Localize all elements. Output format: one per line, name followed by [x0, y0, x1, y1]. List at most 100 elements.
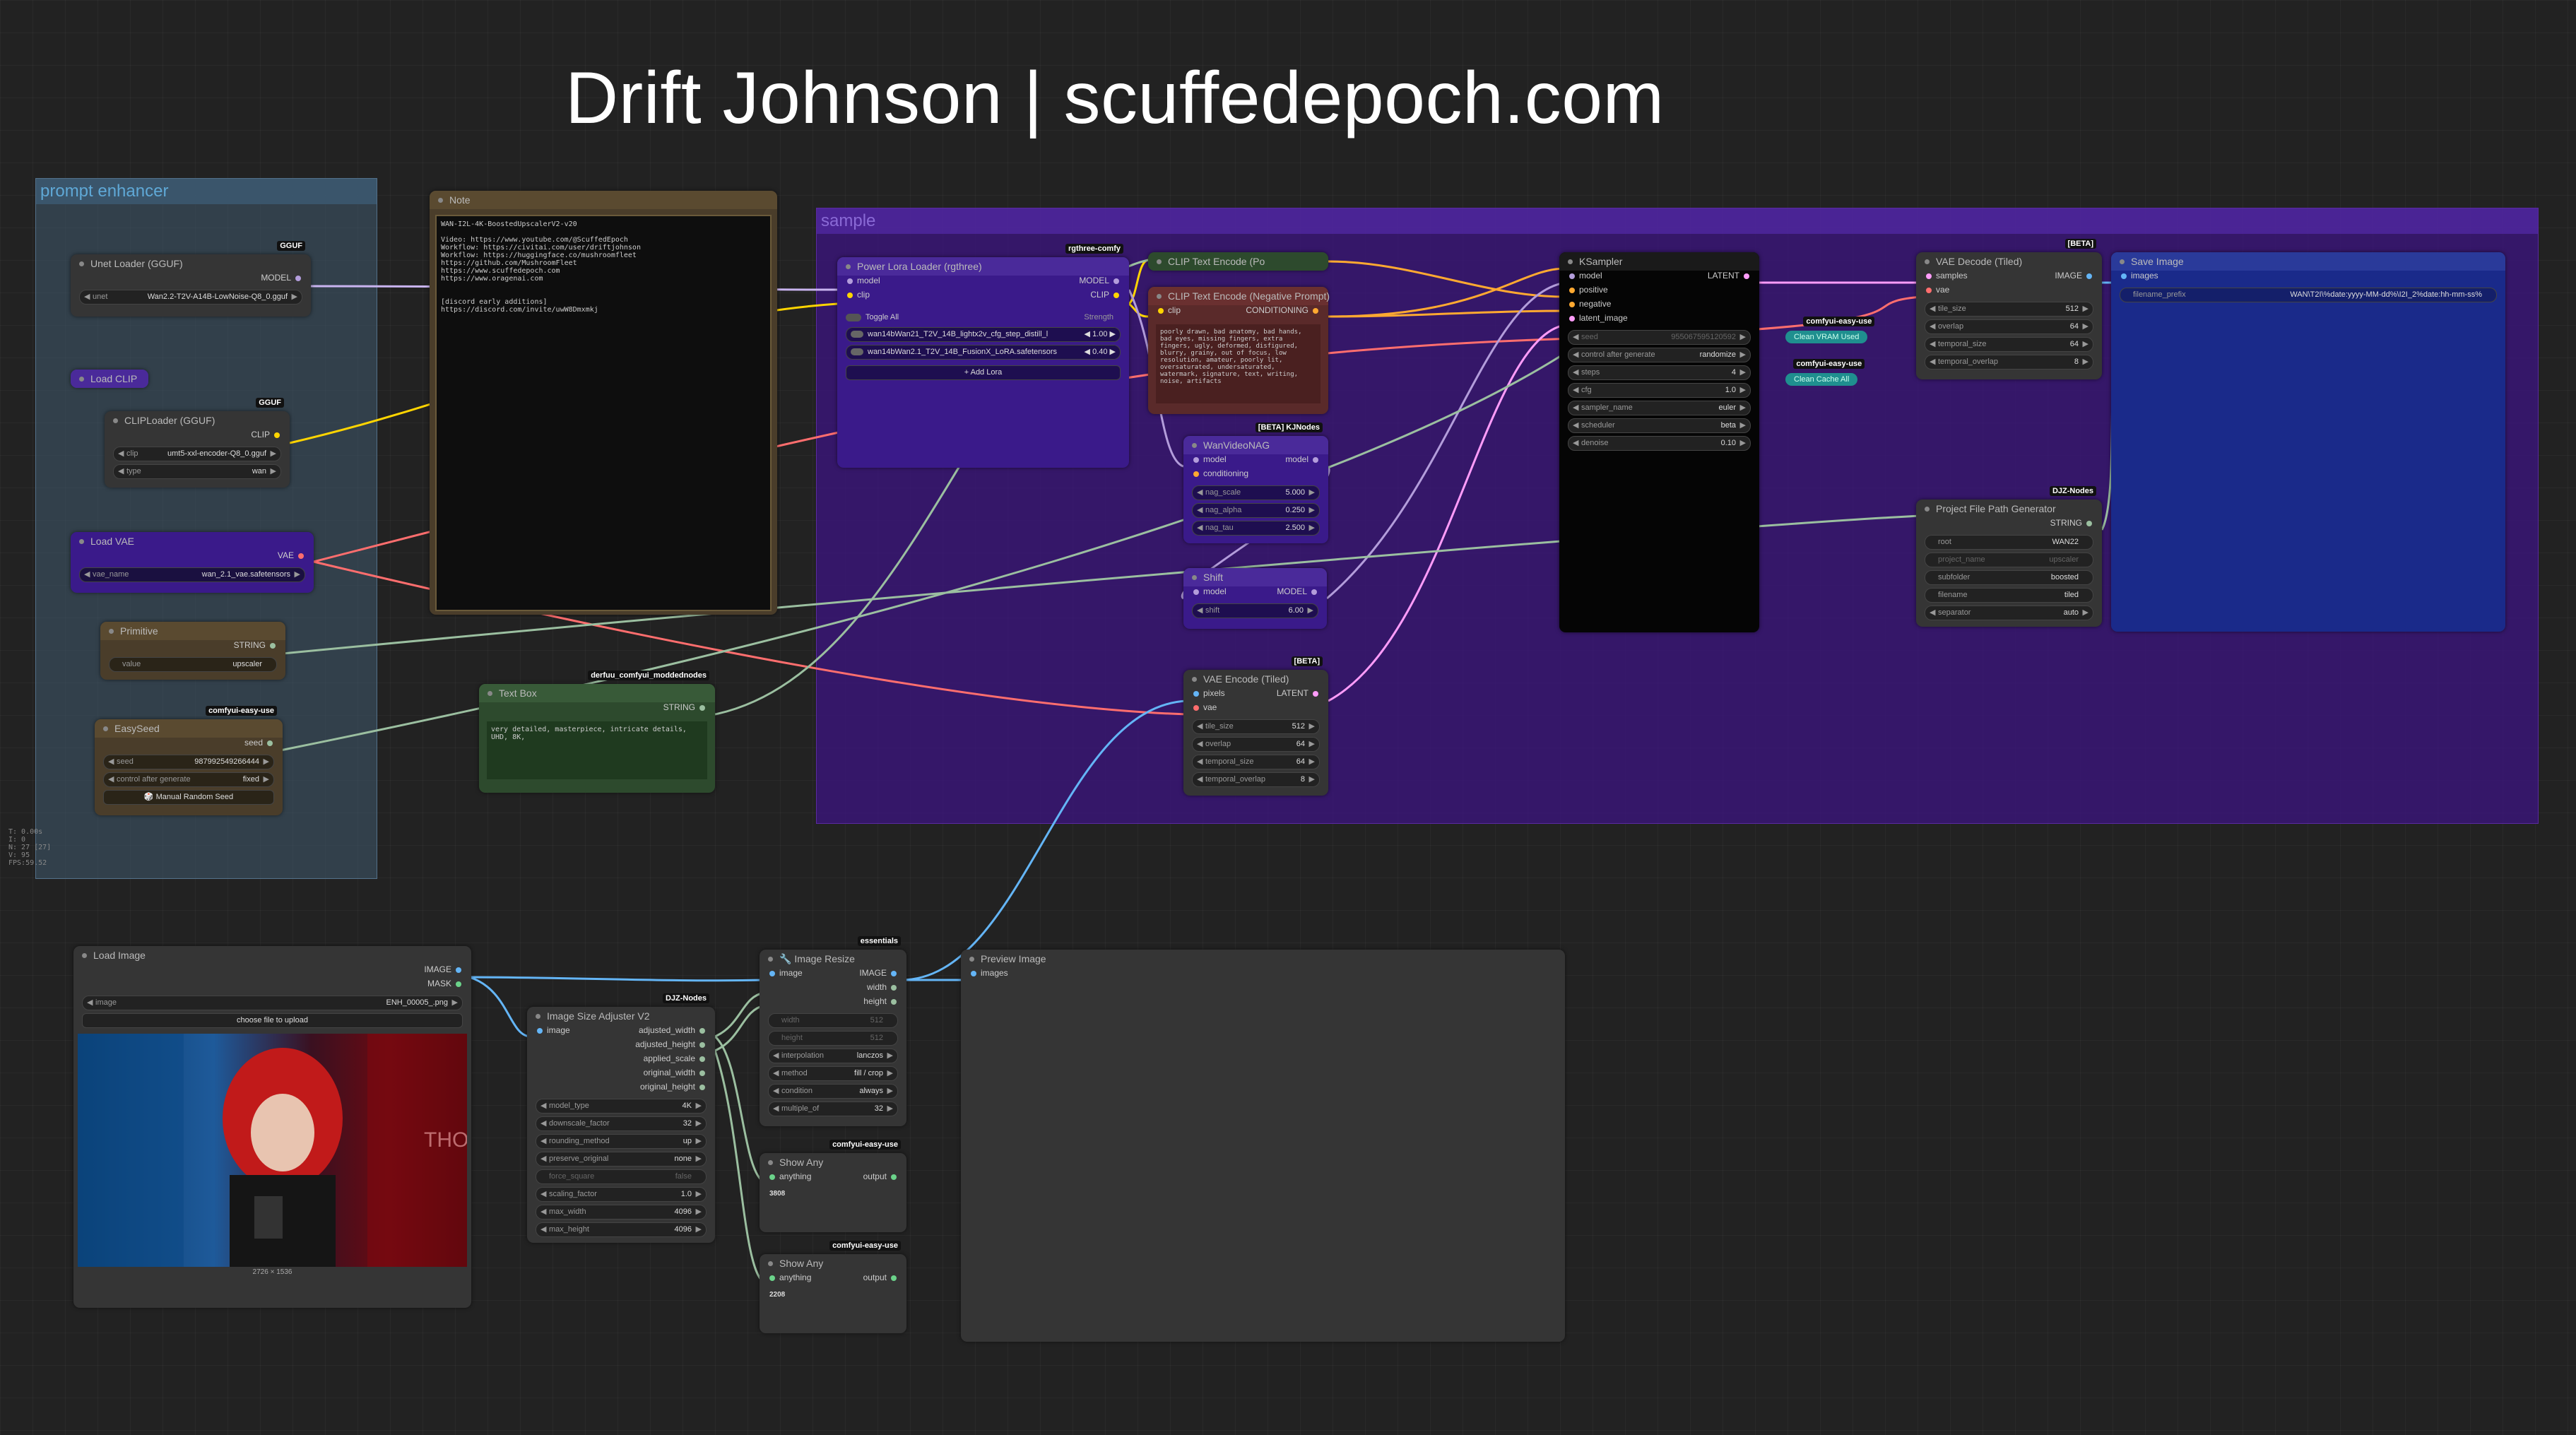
image-resize-widget[interactable]: ◀ condition always ▶: [768, 1084, 898, 1099]
choose-file-upload-button[interactable]: choose file to upload: [82, 1013, 463, 1028]
clean-cache-all-node[interactable]: comfyui-easy-use Clean Cache All: [1785, 359, 1865, 386]
node-collapse-dot[interactable]: [438, 198, 443, 203]
image-resize-widget[interactable]: height 512: [768, 1031, 898, 1046]
project-path-widget[interactable]: ◀ separator auto ▶: [1925, 606, 2093, 620]
slot-pin[interactable]: [891, 970, 897, 976]
negative-prompt-textarea[interactable]: poorly drawn, bad anatomy, bad hands, ba…: [1155, 324, 1321, 404]
ksampler-widget[interactable]: ◀ sampler_name euler ▶: [1568, 401, 1751, 415]
image-size-adjuster-node[interactable]: DJZ-Nodes Image Size Adjuster V2 image ad…: [527, 993, 715, 1243]
node-collapse-dot[interactable]: [1157, 294, 1162, 299]
vae-encode-widget[interactable]: ◀ tile_size 512 ▶: [1192, 719, 1320, 734]
vae-encode-tiled-node[interactable]: [BETA] VAE Encode (Tiled) pixels LATENT v…: [1183, 656, 1328, 796]
node-collapse-dot[interactable]: [82, 953, 87, 958]
ksampler-node[interactable]: KSampler model LATENT positive negative l…: [1559, 252, 1759, 632]
vae-encode-widget[interactable]: ◀ temporal_size 64 ▶: [1192, 755, 1320, 769]
note-node[interactable]: Note WAN-I2L-4K-BoostedUpscalerV2-v20 Vi…: [430, 191, 777, 615]
ksampler-widget[interactable]: ◀ steps 4 ▶: [1568, 365, 1751, 380]
slot-pin[interactable]: [1744, 273, 1749, 279]
size-adjuster-widget[interactable]: ◀ max_width 4096 ▶: [536, 1205, 707, 1220]
slot-pin[interactable]: [891, 1174, 897, 1180]
unet-name-combo[interactable]: ◀ unet Wan2.2-T2V-A14B-LowNoise-Q8_0.gguf ▶: [79, 290, 302, 305]
slot-pin[interactable]: [699, 1084, 705, 1090]
node-collapse-dot[interactable]: [79, 539, 84, 544]
easy-seed-node[interactable]: comfyui-easy-use EasySeed seed ◀ seed 9879…: [95, 706, 283, 815]
image-select-combo[interactable]: ◀ image ENH_00005_.png ▶: [82, 996, 463, 1010]
slot-pin[interactable]: [1569, 273, 1575, 279]
slot-pin[interactable]: [267, 740, 273, 746]
slot-pin[interactable]: [699, 1070, 705, 1076]
slot-pin[interactable]: [891, 1275, 897, 1281]
size-adjuster-widget[interactable]: ◀ preserve_original none ▶: [536, 1152, 707, 1167]
vae-decode-widget[interactable]: ◀ tile_size 512 ▶: [1925, 302, 2093, 317]
slot-pin[interactable]: [769, 1174, 775, 1180]
ksampler-widget[interactable]: ◀ denoise 0.10 ▶: [1568, 436, 1751, 451]
node-collapse-dot[interactable]: [109, 629, 114, 634]
project-path-widget[interactable]: filename tiled: [1925, 588, 2093, 603]
clip-type-combo[interactable]: ◀ type wan ▶: [113, 464, 281, 479]
slot-pin[interactable]: [1158, 307, 1164, 314]
load-image-node[interactable]: Load Image IMAGE MASK ◀ image ENH_00005_.p…: [73, 946, 471, 1308]
node-collapse-dot[interactable]: [79, 377, 84, 382]
slot-pin[interactable]: [769, 1275, 775, 1281]
slot-pin[interactable]: [1569, 301, 1575, 307]
slot-pin[interactable]: [2086, 520, 2092, 526]
ksampler-widget[interactable]: ◀ control after generate randomize ▶: [1568, 348, 1751, 362]
slot-pin[interactable]: [891, 984, 897, 991]
ksampler-widget[interactable]: ◀ scheduler beta ▶: [1568, 418, 1751, 433]
node-collapse-dot[interactable]: [768, 957, 773, 962]
node-collapse-dot[interactable]: [2120, 259, 2125, 264]
node-collapse-dot[interactable]: [1568, 259, 1573, 264]
load-clip-node[interactable]: Load CLIP: [71, 370, 148, 388]
project-path-widget[interactable]: root WAN22: [1925, 535, 2093, 550]
seed-number-field[interactable]: ◀ seed 987992549266444 ▶: [103, 755, 274, 769]
node-collapse-dot[interactable]: [768, 1160, 773, 1165]
size-adjuster-widget[interactable]: ◀ scaling_factor 1.0 ▶: [536, 1187, 707, 1202]
slot-pin[interactable]: [1569, 287, 1575, 293]
image-resize-widget[interactable]: ◀ method fill / crop ▶: [768, 1066, 898, 1081]
power-lora-loader-node[interactable]: rgthree-comfy Power Lora Loader (rgthree…: [837, 244, 1129, 468]
slot-pin[interactable]: [1193, 589, 1199, 595]
project-file-path-generator-node[interactable]: DJZ-Nodes Project File Path Generator ST…: [1916, 486, 2102, 627]
vae-decode-widget[interactable]: ◀ temporal_size 64 ▶: [1925, 337, 2093, 352]
slot-pin[interactable]: [456, 967, 461, 973]
ksampler-widget[interactable]: ◀ seed 955067595120592 ▶: [1568, 330, 1751, 345]
lora-toggle[interactable]: [851, 331, 863, 338]
add-lora-button[interactable]: + Add Lora: [846, 365, 1121, 380]
slot-pin[interactable]: [971, 970, 976, 976]
slot-pin[interactable]: [769, 970, 775, 976]
slot-pin[interactable]: [699, 1027, 705, 1034]
control-after-generate-combo[interactable]: ◀ control after generate fixed ▶: [103, 772, 274, 787]
slot-pin[interactable]: [1313, 456, 1318, 463]
size-adjuster-widget[interactable]: force_square false: [536, 1169, 707, 1184]
node-collapse-dot[interactable]: [1925, 259, 1930, 264]
nag-widget[interactable]: ◀ nag_alpha 0.250 ▶: [1192, 503, 1320, 518]
slot-pin[interactable]: [1193, 690, 1199, 697]
vae-decode-tiled-node[interactable]: [BETA] VAE Decode (Tiled) samples IMAGE v…: [1916, 239, 2102, 379]
slot-pin[interactable]: [1926, 287, 1932, 293]
node-collapse-dot[interactable]: [1192, 575, 1197, 580]
slot-pin[interactable]: [295, 275, 301, 281]
size-adjuster-widget[interactable]: ◀ downscale_factor 32 ▶: [536, 1116, 707, 1131]
slot-pin[interactable]: [699, 704, 705, 711]
slot-pin[interactable]: [699, 1056, 705, 1062]
slot-pin[interactable]: [2086, 273, 2092, 279]
nag-widget[interactable]: ◀ nag_scale 5.000 ▶: [1192, 485, 1320, 500]
clip-loader-node[interactable]: GGUF CLIPLoader (GGUF) CLIP ◀ clip umt5-xx…: [105, 398, 290, 488]
slot-pin[interactable]: [1193, 704, 1199, 711]
node-collapse-dot[interactable]: [536, 1014, 540, 1019]
slot-pin[interactable]: [1311, 589, 1317, 595]
slot-pin[interactable]: [298, 553, 304, 559]
preview-image-node[interactable]: Preview Image images: [961, 950, 1565, 1342]
size-adjuster-widget[interactable]: ◀ rounding_method up ▶: [536, 1134, 707, 1149]
image-resize-widget[interactable]: width 512: [768, 1013, 898, 1028]
node-collapse-dot[interactable]: [1192, 443, 1197, 448]
ksampler-widget[interactable]: ◀ cfg 1.0 ▶: [1568, 383, 1751, 398]
primitive-node[interactable]: Primitive STRING value upscaler: [100, 622, 285, 680]
note-textarea[interactable]: WAN-I2L-4K-BoostedUpscalerV2-v20 Video: …: [435, 215, 772, 611]
slot-pin[interactable]: [274, 432, 280, 438]
size-adjuster-widget[interactable]: ◀ model_type 4K ▶: [536, 1099, 707, 1114]
shift-widget[interactable]: ◀ shift 6.00 ▶: [1192, 603, 1318, 618]
slot-pin[interactable]: [891, 998, 897, 1005]
clip-text-encode-positive-node[interactable]: CLIP Text Encode (Po: [1148, 252, 1328, 271]
vae-decode-widget[interactable]: ◀ temporal_overlap 8 ▶: [1925, 355, 2093, 370]
